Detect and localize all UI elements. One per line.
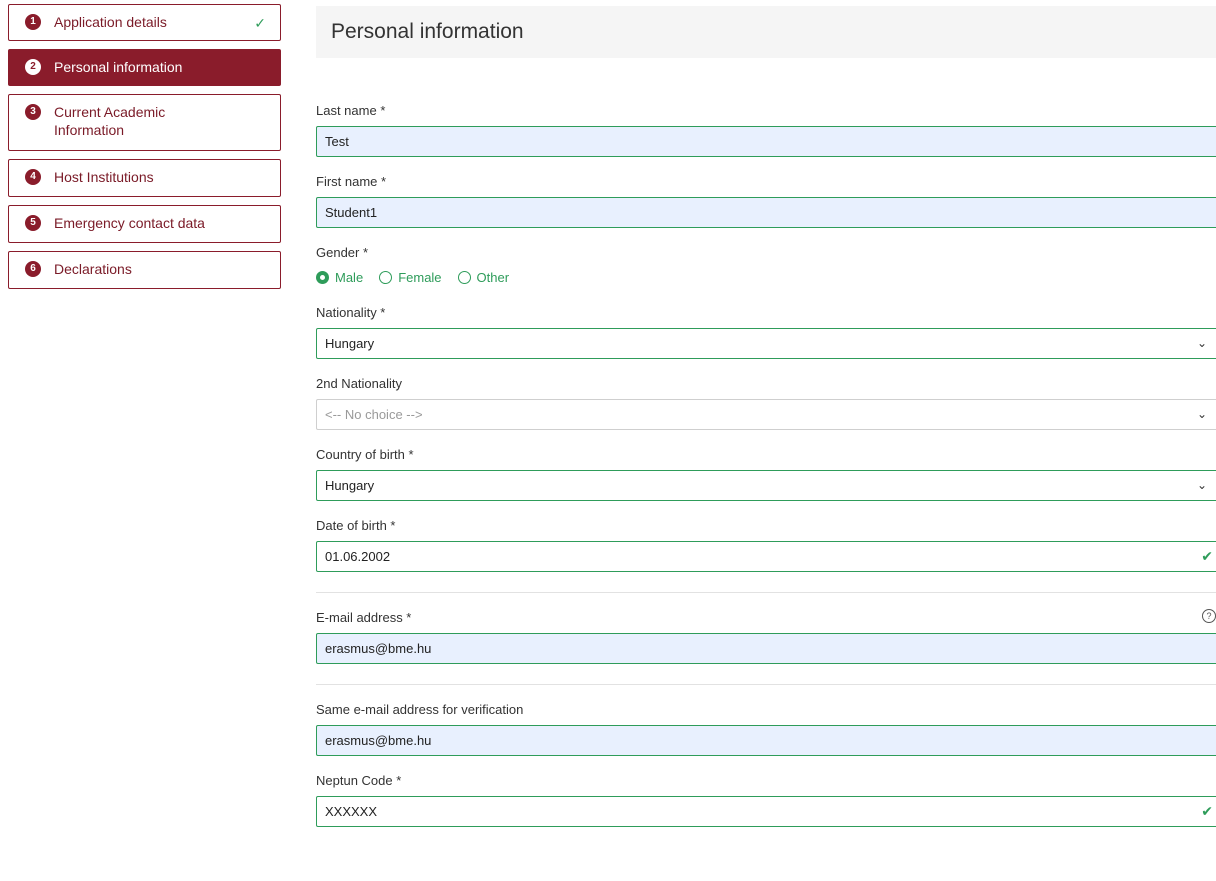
step-label: Current Academic Information xyxy=(54,104,166,138)
second-nationality-label: 2nd Nationality xyxy=(316,376,402,391)
email-label-row: E-mail address * ? xyxy=(316,609,1216,627)
step-number-badge: 4 xyxy=(25,169,41,185)
date-of-birth-field: Date of birth * 01.06.2002 ✔ xyxy=(316,517,1216,572)
date-of-birth-input[interactable]: 01.06.2002 ✔ xyxy=(316,541,1216,572)
last-name-label: Last name * xyxy=(316,103,386,118)
first-name-input[interactable]: Student1 xyxy=(316,197,1216,228)
gender-other-radio[interactable]: Other xyxy=(457,269,510,285)
step-emergency-contact-data[interactable]: 5 Emergency contact data xyxy=(8,205,281,243)
last-name-input[interactable]: Test xyxy=(316,126,1216,157)
step-application-details[interactable]: 1 Application details ✓ xyxy=(8,4,281,41)
date-of-birth-value: 01.06.2002 xyxy=(325,549,391,564)
gender-field: Gender * Male Female Other xyxy=(316,244,1216,286)
section-divider xyxy=(316,684,1216,685)
gender-radio-group: Male Female Other xyxy=(316,268,1216,286)
step-current-academic-information[interactable]: 3 Current Academic Information xyxy=(8,94,281,151)
chevron-down-icon: ⌄ xyxy=(1196,336,1207,350)
step-label: Declarations xyxy=(54,261,132,277)
second-nationality-value: <-- No choice --> xyxy=(325,407,423,422)
nationality-value: Hungary xyxy=(325,336,375,351)
gender-male-radio[interactable]: Male xyxy=(316,270,363,285)
nationality-field: Nationality * Hungary ⌄ xyxy=(316,304,1216,359)
radio-checked-icon xyxy=(316,270,329,284)
chevron-down-icon: ⌄ xyxy=(1196,478,1207,492)
country-of-birth-field: Country of birth * Hungary ⌄ xyxy=(316,446,1216,501)
email-verify-label: Same e-mail address for verification xyxy=(316,702,524,717)
first-name-field: First name * Student1 xyxy=(316,173,1216,228)
neptun-code-field: Neptun Code * XXXXXX ✔ xyxy=(316,772,1216,827)
chevron-down-icon: ⌄ xyxy=(1196,407,1207,421)
email-verify-field: Same e-mail address for verification era… xyxy=(316,701,1216,756)
step-label: Personal information xyxy=(54,59,183,75)
country-of-birth-select[interactable]: Hungary ⌄ xyxy=(316,470,1216,501)
email-field: E-mail address * ? erasmus@bme.hu xyxy=(316,609,1216,664)
second-nationality-field: 2nd Nationality <-- No choice --> ⌄ xyxy=(316,375,1216,430)
main-content: Personal information Last name * Test Fi… xyxy=(316,6,1216,843)
check-icon: ✔ xyxy=(1201,548,1213,564)
first-name-label: First name * xyxy=(316,174,387,189)
step-number-badge: 1 xyxy=(25,14,41,30)
radio-unchecked-icon xyxy=(457,270,471,284)
step-declarations[interactable]: 6 Declarations xyxy=(8,251,281,289)
step-label: Host Institutions xyxy=(54,169,154,185)
step-number-badge: 2 xyxy=(25,59,41,75)
email-verify-input[interactable]: erasmus@bme.hu xyxy=(316,725,1216,756)
step-sidebar: 1 Application details ✓ 2 Personal infor… xyxy=(8,4,281,297)
check-icon: ✔ xyxy=(1201,803,1213,819)
step-number-badge: 6 xyxy=(25,261,41,277)
second-nationality-select[interactable]: <-- No choice --> ⌄ xyxy=(316,399,1216,430)
date-of-birth-label: Date of birth * xyxy=(316,518,396,533)
neptun-code-label: Neptun Code * xyxy=(316,773,402,788)
radio-label: Other xyxy=(476,269,510,285)
radio-label: Female xyxy=(398,269,442,285)
email-input[interactable]: erasmus@bme.hu xyxy=(316,633,1216,664)
nationality-label: Nationality * xyxy=(316,305,386,320)
country-of-birth-value: Hungary xyxy=(325,478,375,493)
step-host-institutions[interactable]: 4 Host Institutions xyxy=(8,159,281,197)
step-number-badge: 5 xyxy=(25,215,41,231)
question-circle-icon[interactable]: ? xyxy=(1202,609,1216,623)
last-name-field: Last name * Test xyxy=(316,102,1216,157)
country-of-birth-label: Country of birth * xyxy=(316,447,414,462)
section-divider xyxy=(316,592,1216,593)
email-label: E-mail address * xyxy=(316,610,412,625)
check-icon: ✓ xyxy=(254,15,266,31)
page-title: Personal information xyxy=(316,6,1216,58)
personal-information-form: Last name * Test First name * Student1 G… xyxy=(316,102,1216,827)
gender-label: Gender * xyxy=(316,245,369,260)
step-label: Application details xyxy=(54,14,167,30)
gender-female-radio[interactable]: Female xyxy=(379,269,442,285)
radio-label: Male xyxy=(335,269,364,285)
step-personal-information[interactable]: 2 Personal information xyxy=(8,49,281,86)
neptun-code-input[interactable]: XXXXXX ✔ xyxy=(316,796,1216,827)
step-number-badge: 3 xyxy=(25,104,41,120)
nationality-select[interactable]: Hungary ⌄ xyxy=(316,328,1216,359)
step-label: Emergency contact data xyxy=(54,215,205,231)
neptun-code-value: XXXXXX xyxy=(325,804,378,819)
radio-unchecked-icon xyxy=(379,270,393,284)
